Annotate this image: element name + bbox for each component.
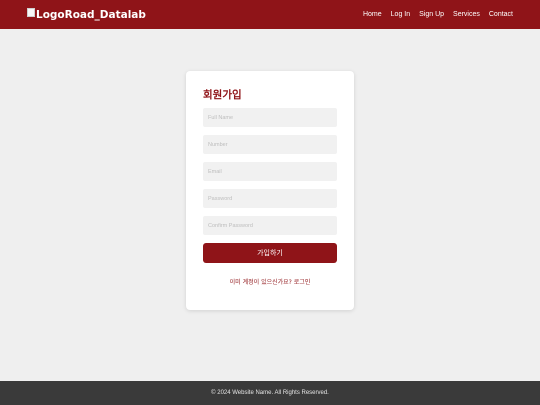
login-link[interactable]: 이미 계정이 있으신가요? 로그인	[203, 277, 337, 286]
nav-login-link[interactable]: Log In	[391, 11, 410, 18]
logo-text: LogoRoad_Datalab	[36, 8, 146, 21]
confirm-password-field[interactable]	[203, 216, 337, 235]
password-field[interactable]	[203, 189, 337, 208]
signup-card: 회원가입 가입하기 이미 계정이 있으신가요? 로그인	[186, 71, 354, 310]
number-field[interactable]	[203, 135, 337, 154]
signup-title: 회원가입	[203, 89, 242, 101]
signup-submit-button[interactable]: 가입하기	[203, 243, 337, 263]
site-header: LogoRoad_Datalab Home Log In Sign Up Ser…	[0, 0, 540, 29]
nav-contact-link[interactable]: Contact	[489, 11, 513, 18]
broken-image-icon	[27, 8, 35, 17]
logo[interactable]: LogoRoad_Datalab	[27, 8, 146, 21]
email-field[interactable]	[203, 162, 337, 181]
main-nav: Home Log In Sign Up Services Contact	[363, 11, 513, 18]
nav-home-link[interactable]: Home	[363, 11, 382, 18]
site-footer: © 2024 Website Name. All Rights Reserved…	[0, 381, 540, 405]
nav-services-link[interactable]: Services	[453, 11, 480, 18]
nav-signup-link[interactable]: Sign Up	[419, 11, 444, 18]
full-name-field[interactable]	[203, 108, 337, 127]
footer-copyright: © 2024 Website Name. All Rights Reserved…	[211, 390, 329, 396]
